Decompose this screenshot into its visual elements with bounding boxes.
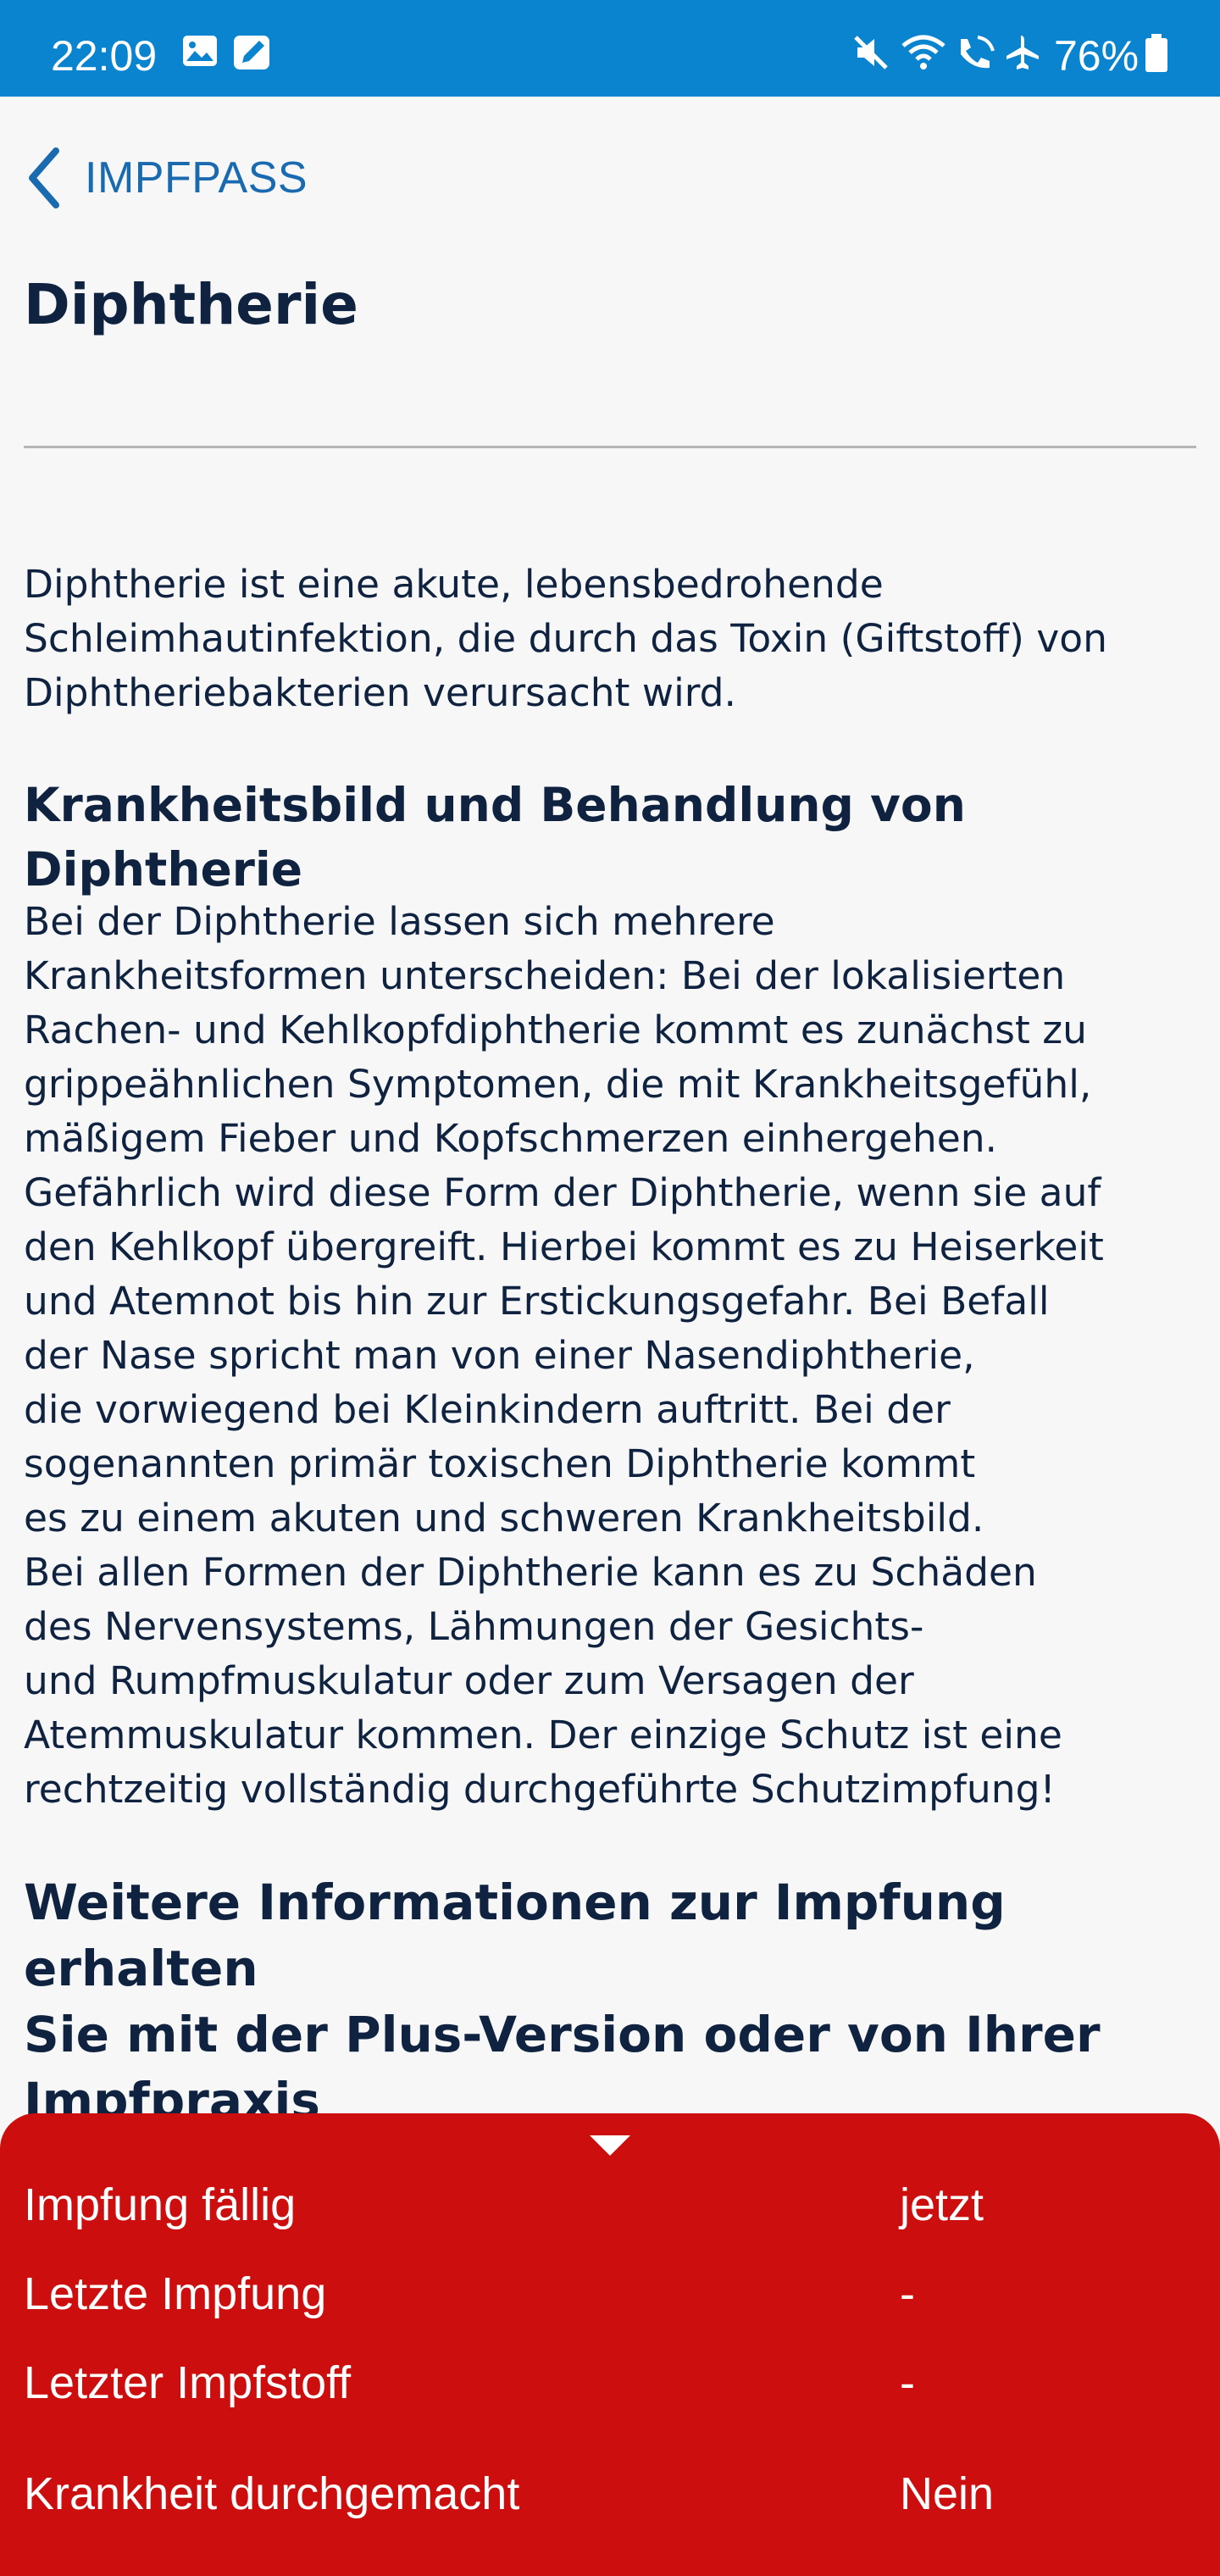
battery-icon	[1145, 34, 1167, 72]
edit-icon	[234, 36, 269, 69]
info-label: Krankheit durchgemacht	[24, 2468, 520, 2519]
info-row-last-vaccination: Letzte Impfung -	[0, 2260, 1220, 2328]
gallery-icon	[183, 36, 217, 66]
info-label: Letzter Impfstoff	[24, 2357, 352, 2408]
chevron-down-icon[interactable]	[588, 2132, 632, 2157]
info-value: jetzt	[900, 2179, 984, 2230]
airplane-icon	[1006, 36, 1039, 69]
vaccination-status-panel: Impfung fällig jetzt Letzte Impfung - Le…	[0, 2113, 1220, 2576]
wifi-calling-icon	[961, 36, 995, 69]
page-title: Diphtherie	[24, 272, 358, 337]
info-value: -	[900, 2268, 915, 2319]
info-row-disease-history: Krankheit durchgemacht Nein	[0, 2460, 1220, 2528]
section-heading: Krankheitsbild und Behandlung von Diphth…	[24, 778, 966, 897]
back-button[interactable]: IMPFPASS	[24, 144, 329, 212]
info-value: Nein	[900, 2468, 995, 2519]
plus-version-heading: Weitere Informationen zur Impfung erhalt…	[24, 1874, 1101, 2129]
info-label: Impfung fällig	[24, 2179, 297, 2230]
info-row-due: Impfung fällig jetzt	[0, 2171, 1220, 2239]
info-value: -	[900, 2357, 915, 2408]
battery-percentage: 76%	[1054, 32, 1140, 80]
chevron-left-icon	[29, 147, 59, 208]
title-divider	[24, 446, 1196, 448]
info-row-last-vaccine: Letzter Impfstoff -	[0, 2349, 1220, 2417]
status-time: 22:09	[51, 32, 158, 80]
status-bar: 22:09 76%	[0, 0, 1220, 97]
back-button-label: IMPFPASS	[85, 153, 308, 203]
mute-icon	[854, 36, 888, 69]
section-body: Bei der Diphtherie lassen sich mehrere K…	[24, 899, 1104, 1812]
wifi-icon	[901, 35, 946, 69]
info-label: Letzte Impfung	[24, 2268, 327, 2319]
intro-paragraph: Diphtherie ist eine akute, lebensbedrohe…	[24, 562, 1107, 715]
